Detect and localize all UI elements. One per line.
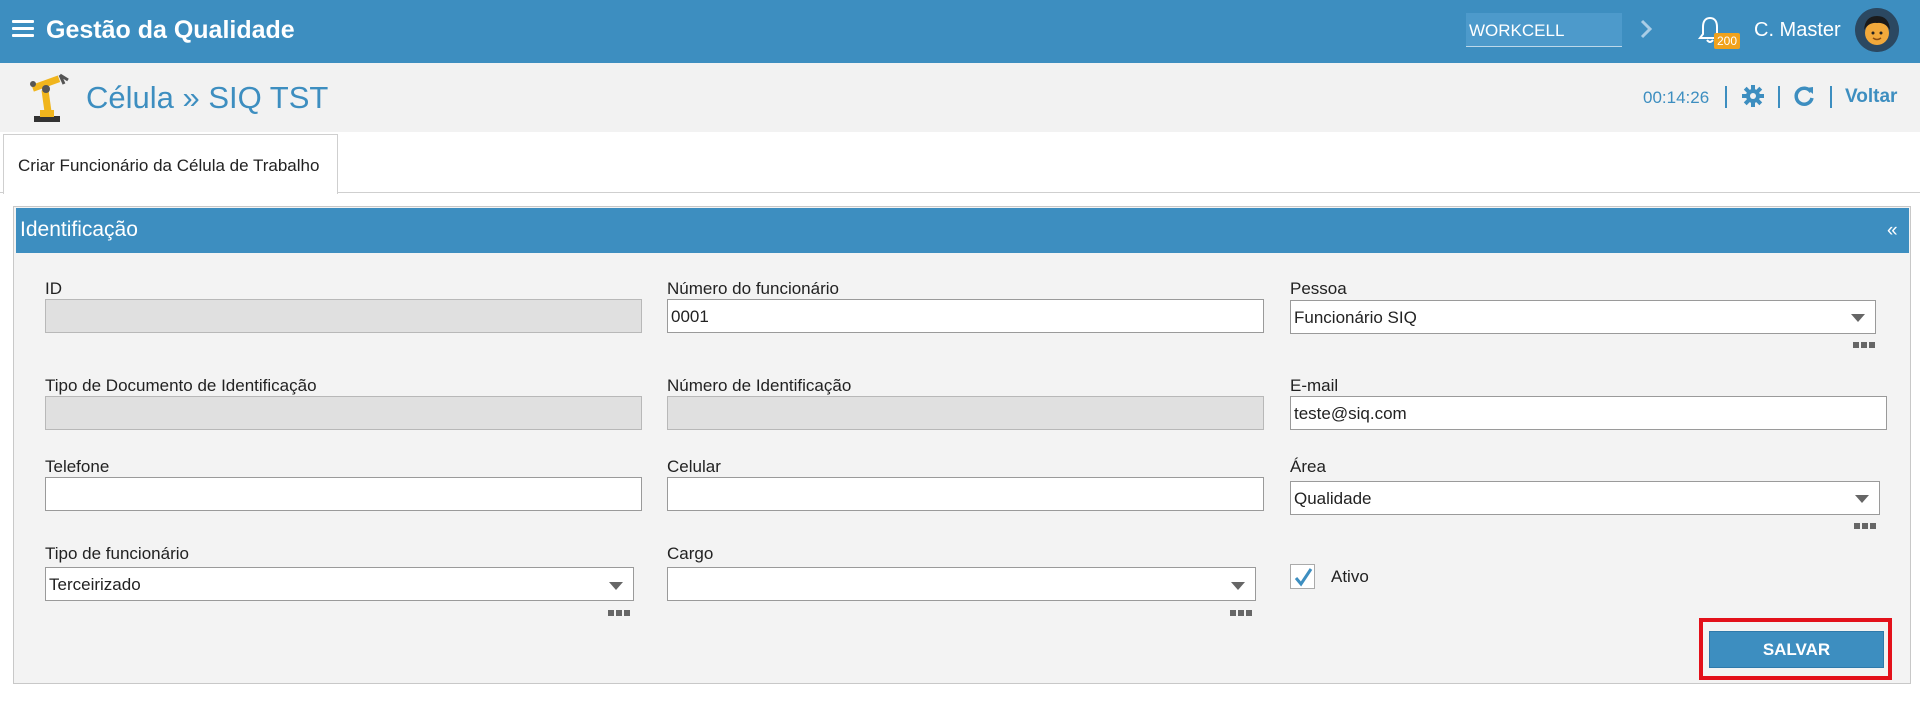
id-field bbox=[45, 299, 642, 333]
mobile-label: Celular bbox=[667, 457, 721, 476]
avatar[interactable] bbox=[1855, 8, 1899, 52]
active-label: Ativo bbox=[1331, 567, 1369, 586]
chevron-down-icon[interactable] bbox=[1854, 494, 1870, 504]
more-options-icon[interactable] bbox=[1854, 523, 1878, 529]
person-select[interactable]: Funcionário SIQ bbox=[1290, 300, 1876, 334]
chevron-down-icon[interactable] bbox=[608, 581, 624, 591]
collapse-icon[interactable]: « bbox=[1887, 220, 1898, 242]
save-button[interactable]: SALVAR bbox=[1709, 631, 1884, 668]
mobile-field[interactable] bbox=[667, 477, 1264, 511]
checkmark-icon bbox=[1294, 568, 1313, 587]
id-number-label: Número de Identificação bbox=[667, 376, 852, 395]
employee-type-label: Tipo de funcionário bbox=[45, 544, 189, 563]
menu-icon[interactable] bbox=[12, 20, 34, 38]
doc-type-field bbox=[45, 396, 642, 430]
email-field[interactable]: teste@siq.com bbox=[1290, 396, 1887, 430]
more-options-icon[interactable] bbox=[608, 610, 632, 616]
separator bbox=[1778, 86, 1780, 108]
panel-title: Identificação bbox=[20, 218, 138, 241]
more-options-icon[interactable] bbox=[1230, 610, 1254, 616]
separator bbox=[1830, 86, 1832, 108]
email-label: E-mail bbox=[1290, 376, 1339, 395]
employee-number-field[interactable]: 0001 bbox=[667, 299, 1264, 333]
app-title: Gestão da Qualidade bbox=[46, 16, 295, 44]
session-timer: 00:14:26 bbox=[1643, 88, 1710, 107]
id-label: ID bbox=[45, 279, 62, 298]
gear-icon[interactable] bbox=[1741, 84, 1765, 108]
robot-arm-icon bbox=[30, 73, 69, 122]
active-checkbox[interactable] bbox=[1290, 564, 1315, 589]
phone-field[interactable] bbox=[45, 477, 642, 511]
separator bbox=[1725, 86, 1727, 108]
tab-create-employee[interactable]: Criar Funcionário da Célula de Trabalho bbox=[3, 134, 338, 194]
workcell-selector[interactable]: WORKCELL bbox=[1466, 13, 1622, 47]
chevron-right-icon[interactable] bbox=[1636, 16, 1656, 42]
chevron-down-icon[interactable] bbox=[1850, 313, 1866, 323]
panel-header bbox=[16, 208, 1909, 253]
chevron-down-icon[interactable] bbox=[1230, 581, 1246, 591]
id-number-field bbox=[667, 396, 1264, 430]
area-select[interactable]: Qualidade bbox=[1290, 481, 1880, 515]
employee-type-select[interactable]: Terceirizado bbox=[45, 567, 634, 601]
back-link[interactable]: Voltar bbox=[1845, 86, 1897, 108]
page-title: Célula » SIQ TST bbox=[86, 80, 329, 115]
identification-panel bbox=[13, 206, 1911, 684]
notification-badge: 200 bbox=[1714, 33, 1741, 49]
employee-number-label: Número do funcionário bbox=[667, 279, 839, 298]
person-label: Pessoa bbox=[1290, 279, 1347, 298]
refresh-icon[interactable] bbox=[1792, 84, 1816, 108]
position-label: Cargo bbox=[667, 544, 714, 563]
doc-type-label: Tipo de Documento de Identificação bbox=[45, 376, 317, 395]
area-label: Área bbox=[1290, 457, 1326, 476]
more-options-icon[interactable] bbox=[1853, 342, 1877, 348]
user-name[interactable]: C. Master bbox=[1754, 19, 1841, 42]
position-select[interactable] bbox=[667, 567, 1256, 601]
phone-label: Telefone bbox=[45, 457, 110, 476]
